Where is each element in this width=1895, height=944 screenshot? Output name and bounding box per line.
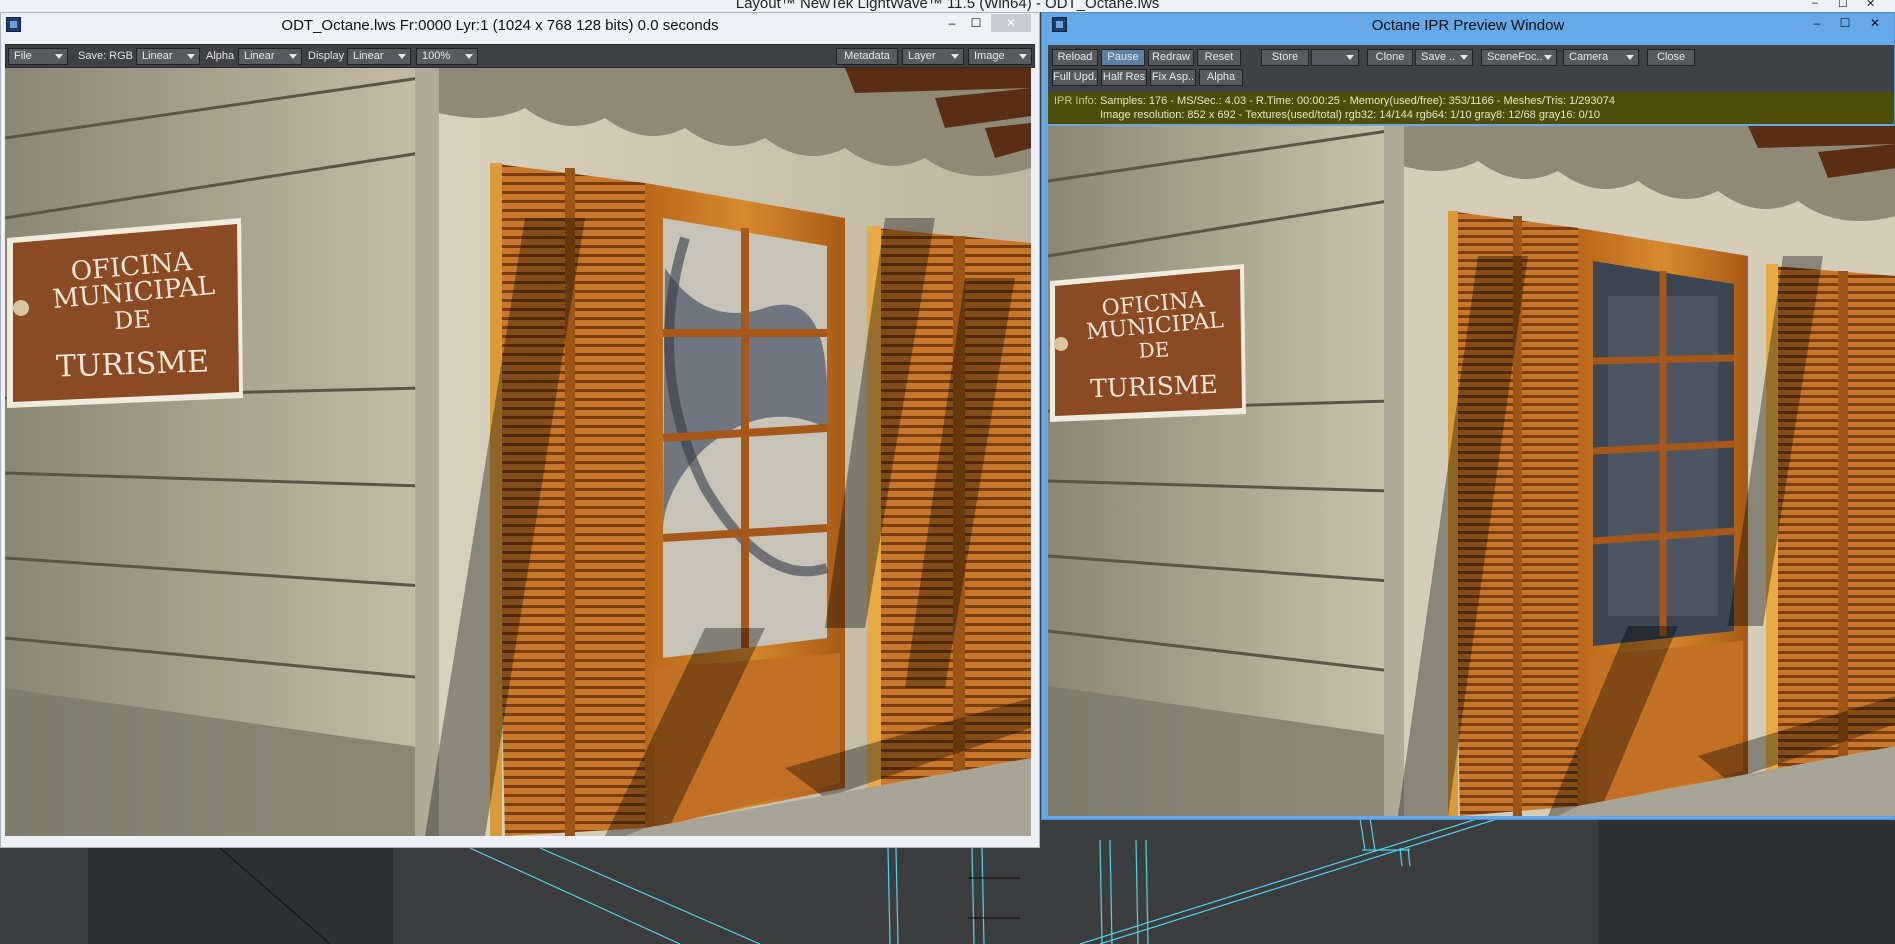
camera-value: Camera <box>1569 51 1609 63</box>
chevron-down-icon <box>55 54 63 59</box>
viewer-close-button[interactable]: ✕ <box>991 14 1031 32</box>
layout-minimize-button[interactable]: – <box>1812 0 1818 9</box>
ipr-maximize-button[interactable]: ☐ <box>1834 14 1856 32</box>
chevron-down-icon <box>1544 55 1552 60</box>
save-format-dropdown[interactable]: Linear <box>136 48 200 65</box>
rendered-image[interactable]: OFICINA MUNICIPAL DE TURISME <box>5 68 1031 836</box>
layout-title-bar: Layout™ NewTek LightWave™ 11.5 (Win64) -… <box>0 0 1895 12</box>
reset-button[interactable]: Reset <box>1197 49 1241 66</box>
ipr-minimize-button[interactable]: – <box>1806 14 1828 32</box>
ipr-sign-line-3: TURISME <box>1089 369 1219 404</box>
redraw-button[interactable]: Redraw <box>1148 49 1194 66</box>
half-res-button[interactable]: Half Res <box>1101 69 1147 86</box>
viewer-minimize-button[interactable]: – <box>941 14 963 32</box>
fix-aspect-button[interactable]: Fix Asp.. <box>1150 69 1196 86</box>
zoom-value: 100% <box>422 50 451 62</box>
viewer-title: ODT_Octane.lws Fr:0000 Lyr:1 (1024 x 768… <box>281 17 719 34</box>
sign-line-3: TURISME <box>55 344 210 385</box>
file-menu-dropdown[interactable]: File <box>8 48 68 65</box>
chevron-down-icon <box>1460 55 1468 60</box>
image-dropdown[interactable]: Image <box>968 48 1032 65</box>
scene-focus-value: SceneFoc.. <box>1487 51 1543 63</box>
save-value: Save .. <box>1421 51 1456 63</box>
store-button[interactable]: Store <box>1261 49 1309 66</box>
metadata-button[interactable]: Metadata <box>836 48 898 65</box>
octane-ipr-window[interactable]: Octane IPR Preview Window – ☐ ✕ Reload P… <box>1041 12 1895 820</box>
viewer-title-bar[interactable]: ODT_Octane.lws Fr:0000 Lyr:1 (1024 x 768… <box>1 13 1039 37</box>
alpha-button[interactable]: Alpha <box>1199 69 1243 86</box>
ipr-info-panel: IPR Info: Samples: 176 - MS/Sec.: 4.03 -… <box>1048 92 1894 124</box>
close-ipr-button[interactable]: Close <box>1647 49 1695 66</box>
layer-dropdown[interactable]: Layer <box>902 48 964 65</box>
camera-dropdown[interactable]: Camera <box>1563 49 1639 66</box>
reload-button[interactable]: Reload <box>1052 49 1098 66</box>
ipr-close-window-button[interactable]: ✕ <box>1864 14 1886 32</box>
chevron-down-icon <box>1346 55 1354 60</box>
ipr-preview-image[interactable]: OFICINA MUNICIPAL DE TURISME <box>1048 126 1895 816</box>
ipr-stats-line: Samples: 176 - MS/Sec.: 4.03 - R.Time: 0… <box>1100 95 1615 107</box>
image-viewer-window[interactable]: ODT_Octane.lws Fr:0000 Lyr:1 (1024 x 768… <box>0 12 1040 848</box>
layer-value: Layer <box>908 50 936 62</box>
ipr-resolution-line: Image resolution: 852 x 692 - Textures(u… <box>1100 109 1601 121</box>
alpha-label: Alpha <box>206 50 235 62</box>
clone-button[interactable]: Clone <box>1367 49 1413 66</box>
chevron-down-icon <box>951 54 959 59</box>
ipr-toolbar: Reload Pause Redraw Reset Store Clone Sa… <box>1048 45 1894 92</box>
viewer-maximize-button[interactable]: ☐ <box>965 14 987 32</box>
viewer-toolbar: File Save: RGB Linear Alpha Linear Displ… <box>5 44 1035 68</box>
chevron-down-icon <box>398 54 406 59</box>
render-scene-left <box>5 68 1031 836</box>
alpha-format-value: Linear <box>244 50 275 62</box>
ipr-title-bar[interactable]: Octane IPR Preview Window – ☐ ✕ <box>1042 13 1894 37</box>
display-format-dropdown[interactable]: Linear <box>347 48 411 65</box>
image-value: Image <box>974 50 1005 62</box>
chevron-down-icon <box>465 54 473 59</box>
chevron-down-icon <box>1626 55 1634 60</box>
save-dropdown[interactable]: Save .. <box>1415 49 1473 66</box>
save-format-value: Linear <box>142 50 173 62</box>
ipr-title: Octane IPR Preview Window <box>1371 17 1565 34</box>
layout-maximize-button[interactable]: ☐ <box>1838 0 1848 10</box>
store-slot-dropdown[interactable] <box>1311 49 1359 66</box>
chevron-down-icon <box>1019 54 1027 59</box>
display-label: Display <box>308 50 345 62</box>
scene-focus-dropdown[interactable]: SceneFoc.. <box>1481 49 1557 66</box>
chevron-down-icon <box>187 54 195 59</box>
pause-button[interactable]: Pause <box>1101 49 1145 66</box>
layout-close-button[interactable]: ✕ <box>1866 0 1875 10</box>
alpha-format-dropdown[interactable]: Linear <box>238 48 302 65</box>
full-update-button[interactable]: Full Upd.. <box>1052 69 1098 86</box>
chevron-down-icon <box>289 54 297 59</box>
file-menu-label: File <box>14 50 32 62</box>
layout-title: Layout™ NewTek LightWave™ 11.5 (Win64) -… <box>735 0 1160 12</box>
zoom-dropdown[interactable]: 100% <box>416 48 478 65</box>
save-label: Save: RGB <box>78 50 134 62</box>
render-scene-right <box>1048 126 1895 816</box>
ipr-info-label: IPR Info: <box>1054 95 1097 107</box>
display-format-value: Linear <box>353 50 384 62</box>
